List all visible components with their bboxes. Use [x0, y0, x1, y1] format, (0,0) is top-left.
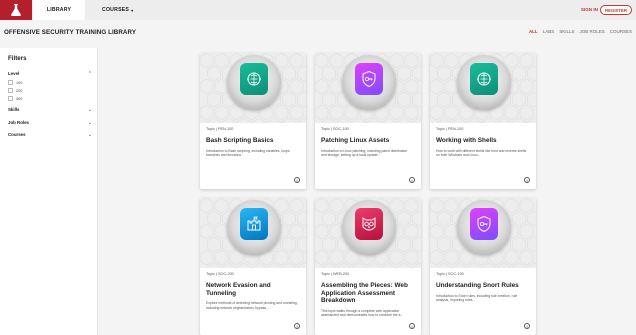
tab-labs[interactable]: LABS	[543, 29, 555, 34]
info-icon[interactable]: i	[294, 323, 300, 329]
card-hero	[315, 53, 421, 123]
chevron-down-icon: ▾	[131, 7, 134, 13]
card-title[interactable]: Assembling the Pieces: Web Application A…	[321, 282, 417, 305]
info-icon[interactable]: i	[524, 177, 530, 183]
nav-courses-label: COURSES	[102, 7, 130, 13]
filter-job-roles-label: Job Roles	[8, 120, 29, 125]
nav-library-label: LIBRARY	[46, 7, 72, 13]
info-icon[interactable]: i	[524, 323, 530, 329]
level-300-checkbox[interactable]: 300	[8, 96, 22, 101]
card-title[interactable]: Understanding Snort Rules	[436, 282, 532, 290]
top-navbar: LIBRARY COURSES ▾ SIGN IN REGISTER	[0, 0, 636, 20]
chevron-down-icon: ⌄	[87, 107, 92, 113]
course-card[interactable]: Topic | WEB-200 Assembling the Pieces: We…	[315, 198, 421, 335]
course-card[interactable]: Topic | SOC-200 Network Evasion and Tunne…	[200, 198, 306, 335]
card-description: This topic walks through a complete web …	[321, 308, 404, 318]
card-meta: Topic | SOC-100	[436, 272, 464, 276]
card-title[interactable]: Bash Scripting Basics	[206, 137, 302, 145]
badge-ring	[227, 200, 281, 254]
brain-circuit-icon	[470, 63, 498, 95]
chevron-down-icon: ⌄	[87, 120, 92, 126]
filter-courses-label: Courses	[8, 132, 26, 137]
checkbox-box	[8, 88, 13, 93]
filters-title: Filters	[8, 55, 27, 62]
castle-icon	[240, 208, 268, 240]
register-button[interactable]: REGISTER	[600, 5, 632, 15]
course-card[interactable]: Topic | SOC-100 Understanding Snort Rules…	[430, 198, 536, 335]
course-card[interactable]: Topic | PEN-100 Bash Scripting Basics Intr…	[200, 53, 306, 189]
card-hero	[430, 198, 536, 268]
card-description: How to work with different shells like b…	[436, 148, 527, 157]
level-200-checkbox[interactable]: 200	[8, 88, 22, 93]
card-hero	[315, 198, 421, 268]
card-meta: Topic | PEN-100	[436, 127, 464, 131]
key-shield-icon	[470, 208, 498, 240]
card-meta: Topic | WEB-200	[321, 272, 350, 276]
card-title[interactable]: Working with Shells	[436, 137, 532, 145]
filter-group-job-roles[interactable]: Job Roles ⌄	[8, 120, 92, 126]
nav-courses-dropdown[interactable]: COURSES ▾	[102, 0, 133, 20]
card-description: Introduction to Bash scripting, includin…	[206, 148, 291, 157]
nav-library-tab[interactable]: LIBRARY	[33, 0, 85, 20]
course-card[interactable]: Topic | PEN-100 Working with Shells How to…	[430, 53, 536, 189]
tab-job-roles[interactable]: JOB ROLES	[579, 29, 604, 34]
checkbox-box	[8, 96, 13, 101]
badge-ring	[457, 55, 511, 109]
filter-level-label: Level	[8, 71, 20, 76]
card-hero	[200, 198, 306, 268]
level-100-checkbox[interactable]: 100	[8, 80, 22, 85]
badge-ring	[342, 55, 396, 109]
card-description: Explore methods of detecting network piv…	[206, 301, 298, 310]
content-type-tabs: ALL LABS SKILLS JOB ROLES COURSES	[529, 29, 632, 34]
chevron-up-icon: ⌃	[87, 71, 92, 77]
course-card[interactable]: Topic | SOC-100 Patching Linux Assets Intr…	[315, 53, 421, 189]
card-description: Introduction to Linux patching, includin…	[321, 148, 408, 157]
card-hero	[200, 53, 306, 123]
badge-ring	[227, 55, 281, 109]
level-100-label: 100	[16, 80, 23, 85]
filter-group-courses[interactable]: Courses ⌄	[8, 132, 92, 138]
flask-logo-icon	[11, 4, 21, 16]
page-title: OFFENSIVE SECURITY TRAINING LIBRARY	[4, 29, 137, 36]
chevron-down-icon: ⌄	[87, 132, 92, 138]
card-hero	[430, 53, 536, 123]
level-200-label: 200	[16, 88, 23, 93]
info-icon[interactable]: i	[294, 177, 300, 183]
card-description: Introduction to Snort rules, including r…	[436, 293, 518, 302]
filters-sidebar: Filters Level ⌃ 100 200 300 Skills ⌄ Job…	[0, 48, 98, 335]
card-meta: Topic | SOC-200	[206, 272, 234, 276]
card-meta: Topic | SOC-100	[321, 127, 349, 131]
filter-group-skills[interactable]: Skills ⌄	[8, 107, 92, 113]
card-meta: Topic | PEN-100	[206, 127, 234, 131]
card-title[interactable]: Patching Linux Assets	[321, 137, 417, 145]
level-300-label: 300	[16, 96, 23, 101]
tab-courses[interactable]: COURSES	[610, 29, 632, 34]
sign-in-link[interactable]: SIGN IN	[581, 7, 598, 12]
filter-skills-label: Skills	[8, 107, 20, 112]
badge-ring	[342, 200, 396, 254]
logo[interactable]	[0, 0, 32, 20]
tab-all[interactable]: ALL	[529, 29, 538, 34]
checkbox-box	[8, 80, 13, 85]
badge-ring	[457, 200, 511, 254]
tab-skills[interactable]: SKILLS	[559, 29, 574, 34]
owl-icon	[355, 208, 383, 240]
brain-circuit-icon	[240, 63, 268, 95]
key-shield-icon	[355, 63, 383, 95]
info-icon[interactable]: i	[409, 323, 415, 329]
filter-group-level[interactable]: Level ⌃	[8, 71, 92, 77]
info-icon[interactable]: i	[409, 177, 415, 183]
card-title[interactable]: Network Evasion and Tunneling	[206, 282, 302, 297]
